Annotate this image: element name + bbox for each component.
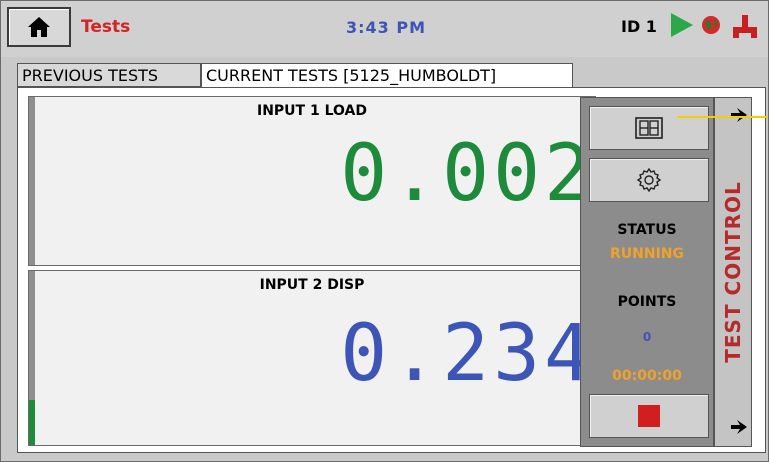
app-window: Tests 3:43 PM ID 1 PREVIOUS TESTS CURREN…	[0, 0, 769, 462]
top-bar: Tests 3:43 PM ID 1	[1, 1, 768, 57]
elapsed-time: 00:00:00	[612, 368, 682, 384]
input-1-title: INPUT 1 LOAD	[257, 103, 367, 119]
input-2-title: INPUT 2 DISP	[259, 277, 365, 293]
input-2-value: 0.234	[340, 309, 595, 399]
play-icon[interactable]	[671, 13, 693, 37]
status-label: STATUS	[617, 222, 677, 238]
test-content: INPUT 1 LOAD 0.002 INPUT 2 DISP 0.234 ST…	[17, 87, 766, 453]
points-value: 0	[642, 330, 652, 344]
test-control-tab[interactable]: TEST CONTROL	[714, 97, 752, 447]
network-icon[interactable]	[731, 13, 759, 39]
page-title: Tests	[81, 17, 131, 37]
settings-button[interactable]	[589, 158, 709, 202]
arrow-icon	[731, 420, 747, 434]
input-1-value: 0.002	[340, 129, 595, 219]
arrow-icon	[731, 108, 747, 122]
device-id: ID 1	[621, 17, 657, 36]
status-value: RUNNING	[610, 246, 684, 262]
callout-line	[677, 116, 768, 118]
layout-grid-icon	[635, 117, 663, 139]
stop-icon	[638, 405, 660, 427]
tab-current-tests[interactable]: CURRENT TESTS [5125_HUMBOLDT]	[201, 63, 573, 89]
stop-button[interactable]	[589, 394, 709, 438]
control-column: STATUS RUNNING POINTS 0 00:00:00	[580, 97, 714, 447]
points-label: POINTS	[617, 294, 677, 310]
input-2-panel[interactable]: INPUT 2 DISP 0.234	[28, 270, 596, 446]
input-1-panel[interactable]: INPUT 1 LOAD 0.002	[28, 96, 596, 266]
globe-icon[interactable]	[701, 15, 721, 35]
layout-button[interactable]	[589, 106, 709, 150]
input-1-level-bar	[29, 97, 35, 265]
clock: 3:43 PM	[346, 18, 427, 37]
tab-previous-tests[interactable]: PREVIOUS TESTS	[17, 63, 201, 87]
input-2-level-bar	[29, 399, 35, 445]
gear-icon	[636, 167, 662, 193]
home-icon	[28, 17, 50, 37]
test-control-label: TEST CONTROL	[721, 181, 745, 363]
home-button[interactable]	[7, 7, 71, 47]
